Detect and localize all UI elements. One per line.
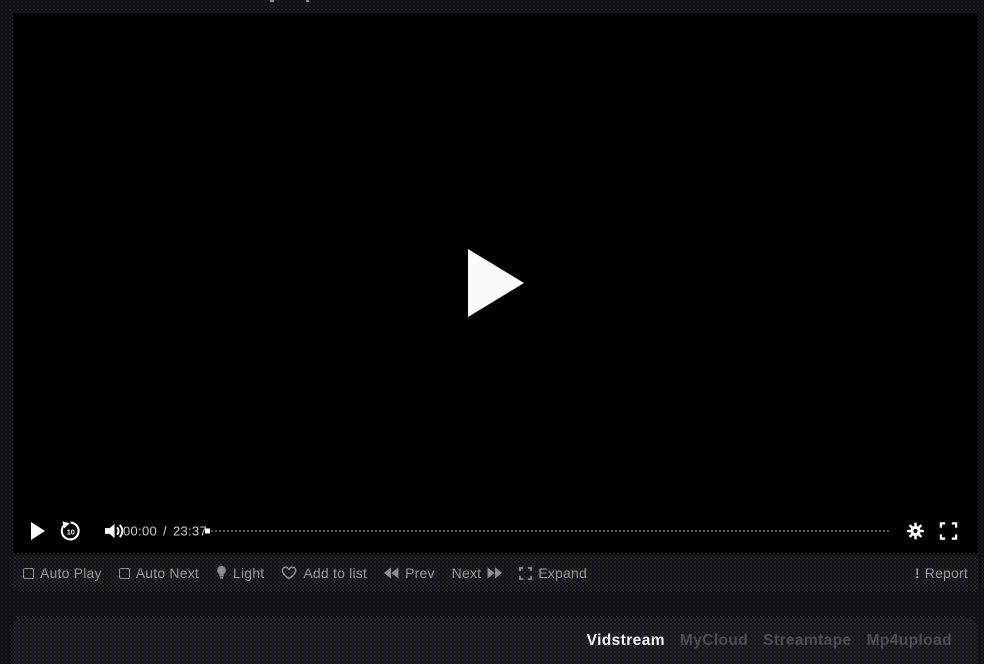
svg-text:10: 10: [67, 527, 75, 536]
expand-label: Expand: [538, 565, 587, 581]
fullscreen-icon: [939, 522, 958, 541]
add-to-list-button[interactable]: Add to list: [281, 565, 367, 581]
expand-icon: [519, 567, 532, 580]
light-toggle[interactable]: Light: [216, 565, 264, 581]
duration: 23:37: [173, 524, 207, 539]
heart-icon: [281, 566, 297, 580]
gear-icon: [906, 522, 925, 541]
next-label: Next: [452, 565, 482, 581]
auto-next-label: Auto Next: [136, 565, 199, 581]
checkbox-icon: [23, 568, 34, 579]
auto-next-toggle[interactable]: Auto Next: [119, 565, 199, 581]
current-time: 00:00: [123, 524, 157, 539]
auto-play-label: Auto Play: [40, 565, 102, 581]
report-button[interactable]: ! Report: [915, 565, 968, 581]
player-controls: 10 00:00 / 23:37: [13, 509, 978, 553]
play-icon: [31, 522, 45, 540]
expand-button[interactable]: Expand: [519, 565, 587, 581]
prev-icon: [384, 567, 399, 579]
settings-button[interactable]: [906, 522, 925, 541]
clipped-text-remnant: [270, 0, 274, 2]
exclamation-icon: !: [915, 565, 920, 581]
video-player: 10 00:00 / 23:37: [13, 13, 978, 553]
prev-episode-button[interactable]: Prev: [384, 565, 435, 581]
player-toolbar: Auto Play Auto Next Light Add to l: [13, 556, 978, 590]
checkbox-icon: [119, 568, 130, 579]
progress-track: [207, 530, 890, 532]
prev-label: Prev: [405, 565, 435, 581]
report-label: Report: [925, 565, 968, 581]
add-to-list-label: Add to list: [303, 565, 367, 581]
server-tab-streamtape[interactable]: Streamtape: [763, 632, 851, 650]
servers-panel: Vidstream MyCloud Streamtape Mp4upload: [13, 618, 978, 664]
fullscreen-button[interactable]: [939, 522, 958, 541]
rewind-10-icon: 10: [60, 521, 81, 542]
time-separator: /: [163, 524, 167, 539]
page: 10 00:00 / 23:37: [0, 0, 984, 664]
server-tab-vidstream[interactable]: Vidstream: [587, 632, 665, 650]
rewind-10-button[interactable]: 10: [60, 521, 81, 542]
play-button[interactable]: [31, 522, 45, 540]
next-icon: [487, 567, 502, 579]
big-play-button[interactable]: [468, 249, 524, 317]
next-episode-button[interactable]: Next: [452, 565, 503, 581]
server-tab-mp4upload[interactable]: Mp4upload: [867, 632, 952, 650]
server-tab-mycloud[interactable]: MyCloud: [680, 632, 748, 650]
progress-bar[interactable]: [207, 527, 890, 535]
time-display: 00:00 / 23:37: [120, 524, 210, 539]
progress-knob[interactable]: [205, 529, 210, 534]
auto-play-toggle[interactable]: Auto Play: [23, 565, 102, 581]
clipped-text-remnant: [306, 0, 309, 2]
light-label: Light: [233, 565, 264, 581]
lightbulb-icon: [216, 565, 227, 581]
